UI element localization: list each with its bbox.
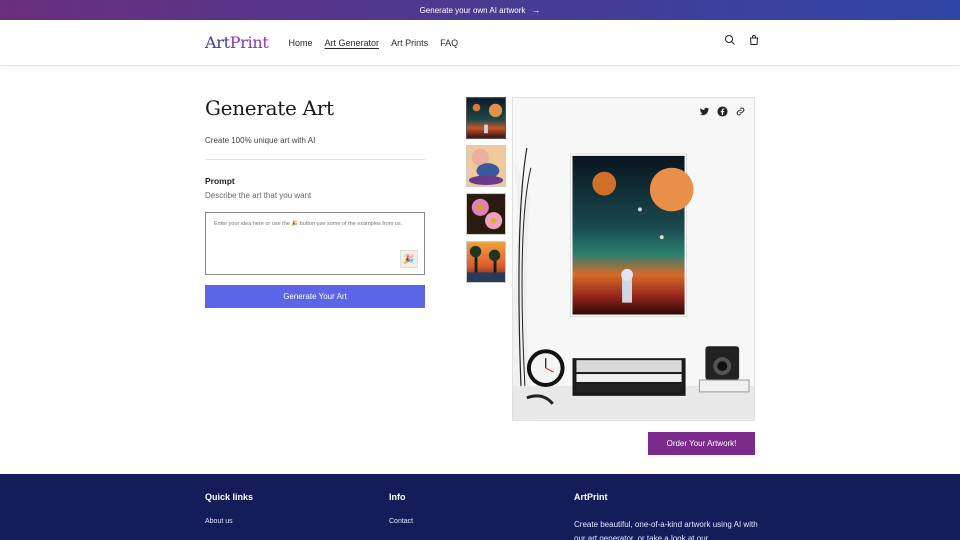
frog-thumb-image bbox=[467, 146, 505, 186]
page-subtitle: Create 100% unique art with AI bbox=[205, 136, 316, 145]
quick-links-heading: Quick links bbox=[205, 492, 254, 502]
site-footer: Quick links About us Info Contact ArtPri… bbox=[0, 474, 960, 540]
flowers-thumb-image bbox=[467, 194, 505, 234]
room-mockup-image bbox=[513, 98, 754, 420]
announcement-text[interactable]: Generate your own AI artwork bbox=[420, 6, 526, 15]
cart-icon[interactable] bbox=[748, 34, 760, 46]
generate-art-button[interactable]: Generate Your Art bbox=[205, 285, 425, 308]
brand-heading: ArtPrint bbox=[574, 492, 608, 502]
order-artwork-button[interactable]: Order Your Artwork! bbox=[648, 432, 755, 455]
sunset-thumb-image bbox=[467, 242, 505, 282]
thumbnail-frog[interactable] bbox=[466, 145, 506, 187]
random-prompt-button[interactable]: 🎉 bbox=[400, 250, 418, 268]
share-icons bbox=[699, 106, 746, 117]
main-nav: Home Art Generator Art Prints FAQ bbox=[289, 38, 459, 48]
footer-link-contact[interactable]: Contact bbox=[389, 518, 413, 525]
thumbnail-flowers[interactable] bbox=[466, 193, 506, 235]
footer-info: Info Contact bbox=[389, 492, 413, 533]
thumbnail-astronaut[interactable] bbox=[466, 97, 506, 139]
nav-art-generator[interactable]: Art Generator bbox=[325, 38, 380, 48]
logo-part-print: Print bbox=[229, 33, 269, 52]
footer-quick-links: Quick links About us bbox=[205, 492, 253, 533]
divider bbox=[205, 159, 425, 160]
generator-panel: Generate Art Create 100% unique art with… bbox=[205, 96, 425, 308]
logo[interactable]: ArtPrint bbox=[205, 33, 269, 52]
info-heading: Info bbox=[389, 492, 406, 502]
party-popper-icon: 🎉 bbox=[403, 253, 415, 264]
page-title: Generate Art bbox=[205, 96, 334, 120]
link-icon[interactable] bbox=[735, 106, 746, 117]
search-icon[interactable] bbox=[724, 34, 736, 46]
announcement-bar[interactable]: Generate your own AI artwork → bbox=[0, 0, 960, 20]
nav-faq[interactable]: FAQ bbox=[440, 38, 458, 48]
facebook-icon[interactable] bbox=[717, 106, 728, 117]
arrow-right-icon: → bbox=[531, 5, 541, 15]
twitter-icon[interactable] bbox=[699, 106, 710, 117]
site-header: ArtPrint Home Art Generator Art Prints F… bbox=[0, 20, 960, 66]
brand-description: Create beautiful, one-of-a-kind artwork … bbox=[574, 520, 758, 540]
prompt-description: Describe the art that you want bbox=[205, 191, 312, 200]
prompt-box: 🎉 bbox=[205, 212, 425, 275]
astronaut-thumb-image bbox=[467, 98, 505, 138]
nav-home[interactable]: Home bbox=[289, 38, 313, 48]
main-artwork-preview[interactable] bbox=[512, 97, 755, 421]
prompt-label: Prompt bbox=[205, 176, 235, 186]
header-actions bbox=[724, 34, 760, 46]
footer-brand: ArtPrint Create beautiful, one-of-a-kind… bbox=[574, 492, 759, 540]
thumbnail-sunset[interactable] bbox=[466, 241, 506, 283]
thumbnail-strip bbox=[466, 97, 506, 283]
prompt-input[interactable] bbox=[206, 213, 424, 274]
footer-link-about[interactable]: About us bbox=[205, 518, 253, 525]
logo-part-art: Art bbox=[205, 33, 230, 52]
nav-art-prints[interactable]: Art Prints bbox=[391, 38, 428, 48]
